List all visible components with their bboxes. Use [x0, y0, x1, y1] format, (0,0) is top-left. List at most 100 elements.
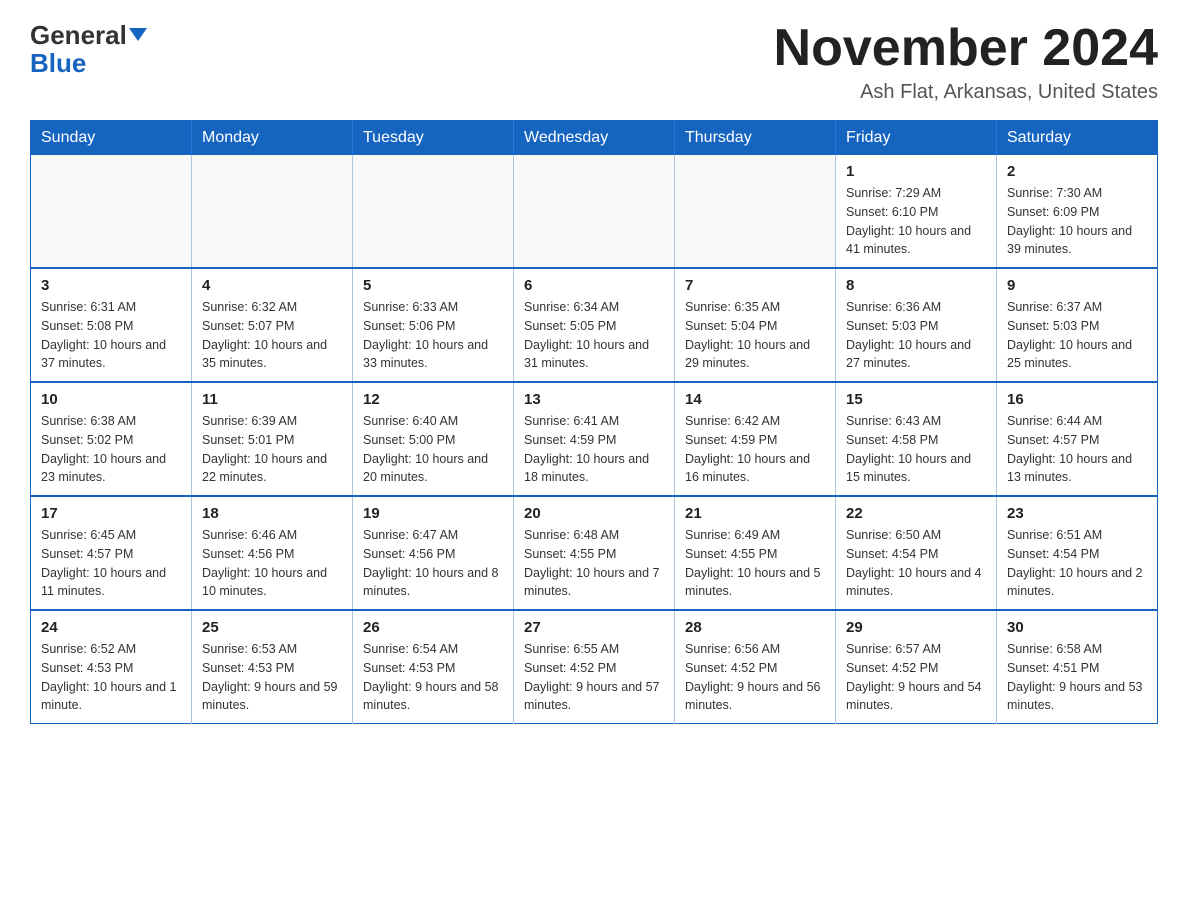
day-number: 8: [846, 277, 986, 294]
day-number: 3: [41, 277, 181, 294]
location-subtitle: Ash Flat, Arkansas, United States: [774, 81, 1158, 104]
day-cell: 2 Sunrise: 7:30 AMSunset: 6:09 PMDaylight…: [997, 155, 1158, 268]
day-cell: 20 Sunrise: 6:48 AMSunset: 4:55 PMDayligh…: [514, 496, 675, 610]
calendar-table: SundayMondayTuesdayWednesdayThursdayFrid…: [30, 120, 1158, 724]
day-cell: 22Sunrise: 6:50 AMSunset: 4:54 PMDayligh…: [836, 496, 997, 610]
day-info: Sunrise: 6:36 AMSunset: 5:03 PMDaylight:…: [846, 298, 986, 373]
day-number: 19: [363, 505, 503, 522]
day-number: 7: [685, 277, 825, 294]
day-cell: 16 Sunrise: 6:44 AMSunset: 4:57 PMDayligh…: [997, 382, 1158, 496]
day-cell: 23 Sunrise: 6:51 AMSunset: 4:54 PMDayligh…: [997, 496, 1158, 610]
day-cell: [514, 155, 675, 268]
month-title: November 2024: [774, 20, 1158, 77]
logo-general: General: [30, 20, 127, 50]
day-number: 23: [1007, 505, 1147, 522]
page-header: General Blue November 2024 Ash Flat, Ark…: [30, 20, 1158, 104]
day-cell: 29 Sunrise: 6:57 AMSunset: 4:52 PMDayligh…: [836, 610, 997, 724]
day-number: 26: [363, 619, 503, 636]
day-cell: 7 Sunrise: 6:35 AMSunset: 5:04 PMDaylight…: [675, 268, 836, 382]
day-number: 25: [202, 619, 342, 636]
header-tuesday: Tuesday: [353, 121, 514, 156]
day-cell: 1 Sunrise: 7:29 AMSunset: 6:10 PMDaylight…: [836, 155, 997, 268]
day-info: Sunrise: 6:53 AMSunset: 4:53 PMDaylight:…: [202, 640, 342, 715]
header-sunday: Sunday: [31, 121, 192, 156]
day-info: Sunrise: 6:52 AMSunset: 4:53 PMDaylight:…: [41, 640, 181, 715]
week-row-4: 17 Sunrise: 6:45 AMSunset: 4:57 PMDayligh…: [31, 496, 1158, 610]
day-info: Sunrise: 6:51 AMSunset: 4:54 PMDaylight:…: [1007, 526, 1147, 601]
day-info: Sunrise: 6:40 AMSunset: 5:00 PMDaylight:…: [363, 412, 503, 487]
day-cell: 9 Sunrise: 6:37 AMSunset: 5:03 PMDaylight…: [997, 268, 1158, 382]
title-area: November 2024 Ash Flat, Arkansas, United…: [774, 20, 1158, 104]
day-info: Sunrise: 6:37 AMSunset: 5:03 PMDaylight:…: [1007, 298, 1147, 373]
day-cell: 15 Sunrise: 6:43 AMSunset: 4:58 PMDayligh…: [836, 382, 997, 496]
day-number: 2: [1007, 163, 1147, 180]
day-cell: 28 Sunrise: 6:56 AMSunset: 4:52 PMDayligh…: [675, 610, 836, 724]
day-info: Sunrise: 6:48 AMSunset: 4:55 PMDaylight:…: [524, 526, 664, 601]
day-cell: 25 Sunrise: 6:53 AMSunset: 4:53 PMDayligh…: [192, 610, 353, 724]
day-number: 11: [202, 391, 342, 408]
day-number: 28: [685, 619, 825, 636]
day-info: Sunrise: 6:31 AMSunset: 5:08 PMDaylight:…: [41, 298, 181, 373]
day-number: 24: [41, 619, 181, 636]
day-info: Sunrise: 6:45 AMSunset: 4:57 PMDaylight:…: [41, 526, 181, 601]
day-cell: 17 Sunrise: 6:45 AMSunset: 4:57 PMDayligh…: [31, 496, 192, 610]
day-number: 13: [524, 391, 664, 408]
day-cell: 13Sunrise: 6:41 AMSunset: 4:59 PMDayligh…: [514, 382, 675, 496]
day-number: 1: [846, 163, 986, 180]
day-cell: 12 Sunrise: 6:40 AMSunset: 5:00 PMDayligh…: [353, 382, 514, 496]
header-wednesday: Wednesday: [514, 121, 675, 156]
weekday-header-row: SundayMondayTuesdayWednesdayThursdayFrid…: [31, 121, 1158, 156]
day-cell: 5 Sunrise: 6:33 AMSunset: 5:06 PMDaylight…: [353, 268, 514, 382]
week-row-2: 3 Sunrise: 6:31 AMSunset: 5:08 PMDaylight…: [31, 268, 1158, 382]
day-info: Sunrise: 6:35 AMSunset: 5:04 PMDaylight:…: [685, 298, 825, 373]
day-number: 16: [1007, 391, 1147, 408]
day-number: 17: [41, 505, 181, 522]
day-info: Sunrise: 6:43 AMSunset: 4:58 PMDaylight:…: [846, 412, 986, 487]
day-info: Sunrise: 6:39 AMSunset: 5:01 PMDaylight:…: [202, 412, 342, 487]
day-info: Sunrise: 6:38 AMSunset: 5:02 PMDaylight:…: [41, 412, 181, 487]
day-cell: 8 Sunrise: 6:36 AMSunset: 5:03 PMDaylight…: [836, 268, 997, 382]
day-number: 21: [685, 505, 825, 522]
day-cell: 6Sunrise: 6:34 AMSunset: 5:05 PMDaylight…: [514, 268, 675, 382]
day-info: Sunrise: 6:55 AMSunset: 4:52 PMDaylight:…: [524, 640, 664, 715]
day-cell: 19 Sunrise: 6:47 AMSunset: 4:56 PMDayligh…: [353, 496, 514, 610]
day-number: 9: [1007, 277, 1147, 294]
day-number: 18: [202, 505, 342, 522]
day-info: Sunrise: 6:47 AMSunset: 4:56 PMDaylight:…: [363, 526, 503, 601]
week-row-5: 24 Sunrise: 6:52 AMSunset: 4:53 PMDayligh…: [31, 610, 1158, 724]
logo: General Blue: [30, 20, 147, 78]
day-cell: 10 Sunrise: 6:38 AMSunset: 5:02 PMDayligh…: [31, 382, 192, 496]
header-monday: Monday: [192, 121, 353, 156]
day-info: Sunrise: 7:30 AMSunset: 6:09 PMDaylight:…: [1007, 184, 1147, 259]
day-number: 12: [363, 391, 503, 408]
day-cell: [31, 155, 192, 268]
day-info: Sunrise: 6:57 AMSunset: 4:52 PMDaylight:…: [846, 640, 986, 715]
day-number: 30: [1007, 619, 1147, 636]
day-cell: 26Sunrise: 6:54 AMSunset: 4:53 PMDayligh…: [353, 610, 514, 724]
day-cell: 21 Sunrise: 6:49 AMSunset: 4:55 PMDayligh…: [675, 496, 836, 610]
logo-triangle-icon: [129, 28, 147, 41]
day-info: Sunrise: 6:44 AMSunset: 4:57 PMDaylight:…: [1007, 412, 1147, 487]
day-cell: [353, 155, 514, 268]
day-cell: 4Sunrise: 6:32 AMSunset: 5:07 PMDaylight…: [192, 268, 353, 382]
day-cell: 14Sunrise: 6:42 AMSunset: 4:59 PMDayligh…: [675, 382, 836, 496]
day-number: 10: [41, 391, 181, 408]
header-friday: Friday: [836, 121, 997, 156]
day-cell: 24 Sunrise: 6:52 AMSunset: 4:53 PMDayligh…: [31, 610, 192, 724]
day-cell: 11 Sunrise: 6:39 AMSunset: 5:01 PMDayligh…: [192, 382, 353, 496]
day-number: 5: [363, 277, 503, 294]
day-cell: 3 Sunrise: 6:31 AMSunset: 5:08 PMDaylight…: [31, 268, 192, 382]
day-cell: 18 Sunrise: 6:46 AMSunset: 4:56 PMDayligh…: [192, 496, 353, 610]
day-number: 15: [846, 391, 986, 408]
header-thursday: Thursday: [675, 121, 836, 156]
day-info: Sunrise: 6:56 AMSunset: 4:52 PMDaylight:…: [685, 640, 825, 715]
day-info: Sunrise: 7:29 AMSunset: 6:10 PMDaylight:…: [846, 184, 986, 259]
day-number: 4: [202, 277, 342, 294]
day-info: Sunrise: 6:46 AMSunset: 4:56 PMDaylight:…: [202, 526, 342, 601]
day-number: 22: [846, 505, 986, 522]
day-info: Sunrise: 6:49 AMSunset: 4:55 PMDaylight:…: [685, 526, 825, 601]
day-number: 20: [524, 505, 664, 522]
day-cell: 27Sunrise: 6:55 AMSunset: 4:52 PMDayligh…: [514, 610, 675, 724]
day-info: Sunrise: 6:33 AMSunset: 5:06 PMDaylight:…: [363, 298, 503, 373]
day-number: 29: [846, 619, 986, 636]
